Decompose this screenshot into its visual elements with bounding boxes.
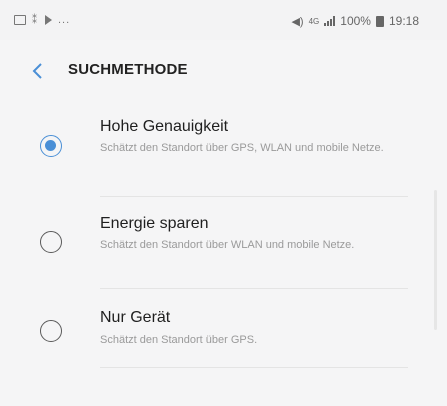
option-power-saving[interactable]: Energie sparen Schätzt den Standort über… [0, 197, 447, 287]
app-header: SUCHMETHODE [0, 40, 447, 106]
radio-power-saving[interactable] [40, 231, 62, 253]
page-title: SUCHMETHODE [68, 61, 188, 78]
battery-percent: 100% [340, 14, 371, 28]
clock: 19:18 [388, 14, 419, 28]
image-icon [14, 15, 26, 25]
status-bar-right: ◀) 4G 100% 19:18 [291, 14, 419, 28]
option-description: Schätzt den Standort über GPS. [100, 334, 258, 346]
option-label: Energie sparen [100, 215, 209, 232]
more-icon: ... [58, 14, 71, 26]
divider [100, 367, 408, 368]
battery-icon [375, 15, 384, 27]
scrollbar[interactable] [434, 190, 437, 330]
radio-device-only[interactable] [40, 320, 62, 342]
status-bar-left: ⁑ ... [14, 14, 70, 26]
option-high-accuracy[interactable]: Hohe Genauigkeit Schätzt den Standort üb… [0, 106, 447, 196]
radio-selected-dot [45, 140, 56, 151]
network-type: 4G [308, 16, 320, 26]
option-device-only[interactable]: Nur Gerät Schätzt den Standort über GPS. [0, 289, 447, 367]
back-button[interactable] [24, 58, 50, 84]
option-label: Hohe Genauigkeit [100, 118, 229, 135]
option-description: Schätzt den Standort über GPS, WLAN und … [100, 142, 384, 154]
chevron-left-icon [32, 63, 42, 79]
option-label: Nur Gerät [100, 309, 171, 326]
location-method-list: Hohe Genauigkeit Schätzt den Standort üb… [0, 106, 447, 406]
option-description: Schätzt den Standort über WLAN und mobil… [100, 239, 355, 251]
play-icon [45, 15, 52, 25]
status-bar: ⁑ ... ◀) 4G 100% 19:18 [0, 0, 447, 40]
mute-icon: ◀) [291, 15, 304, 28]
notification-icon: ⁑ [32, 14, 37, 26]
signal-icon [324, 16, 336, 26]
radio-high-accuracy[interactable] [40, 135, 62, 157]
